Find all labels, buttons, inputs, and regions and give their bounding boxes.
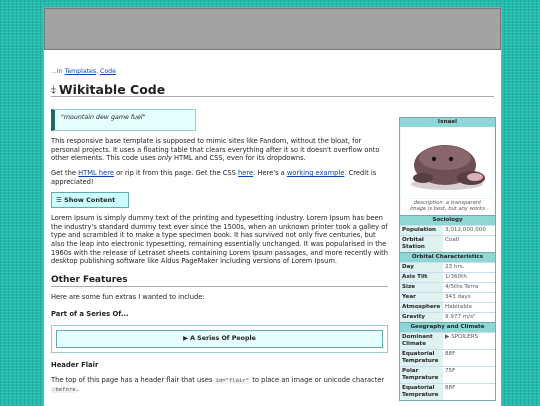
article-body: "mountain dew game fuel" This responsive…: [51, 109, 388, 395]
infobox-key: Axis Tilt: [400, 272, 443, 282]
header-flair-icon: ⤈: [51, 82, 56, 96]
infobox-row: Orbital Station Coatl: [400, 234, 495, 252]
infobox-key: Equatorial Temprature: [400, 383, 443, 400]
infobox-value: 75F: [443, 366, 495, 383]
other-features-intro: Here are some fun extras I wanted to inc…: [51, 293, 205, 302]
lorem-paragraph: Lorem Ipsum is simply dummy text of the …: [51, 214, 388, 266]
page-title-row: ⤈ Wikitable Code: [51, 81, 494, 98]
links-text-b: or rip it from this page. Get the CSS: [113, 168, 239, 177]
page-container: ...In Templates, Code ⤈ Wikitable Code "…: [43, 7, 502, 406]
series-toggle-button[interactable]: ▶ A Series Of People: [56, 329, 383, 349]
infobox-value: 88F: [443, 349, 495, 366]
infobox-row: Size 4/5ths Terra: [400, 281, 495, 292]
infobox-key: Atmosphere: [400, 302, 443, 312]
infobox-value: 88F: [443, 383, 495, 400]
infobox-row: Axis Tilt 1/360th: [400, 271, 495, 282]
infobox-row: Polar Temprature 75F: [400, 365, 495, 383]
css-link[interactable]: here: [238, 169, 253, 177]
infobox-row: Gravity 9.977 m/s²: [400, 311, 495, 322]
quote-box: "mountain dew game fuel": [51, 109, 196, 132]
infobox-row: Year 343 days: [400, 291, 495, 302]
infobox-value: 23 hrs.: [443, 262, 495, 272]
infobox-caption: description. a transparent image is best…: [401, 199, 494, 215]
breadcrumb-link-templates[interactable]: Templates: [65, 68, 96, 75]
links-paragraph: Get the HTML here or rip it from this pa…: [51, 169, 388, 186]
html-link[interactable]: HTML here: [78, 169, 114, 177]
infobox-key: Gravity: [400, 312, 443, 322]
infobox-image: [401, 128, 494, 198]
breadcrumb-prefix: ...In: [51, 68, 65, 75]
header-flair-heading: Header Flair: [51, 361, 99, 370]
intro-paragraph: This responsive base template is suppose…: [51, 137, 388, 163]
infobox-value: 343 days: [443, 292, 495, 302]
flair-text-c: .: [76, 385, 79, 394]
infobox-key: Year: [400, 292, 443, 302]
infobox-value: 1/360th: [443, 272, 495, 282]
infobox-row: Day 23 hrs.: [400, 261, 495, 272]
header-flair-paragraph: The top of this page has a header flair …: [51, 376, 388, 395]
flair-text-b: to place an image or unicode character: [250, 375, 385, 384]
page-title: Wikitable Code: [58, 81, 166, 97]
infobox-section-heading: Geography and Climate: [400, 321, 495, 332]
links-text-c: . Here's a: [253, 168, 287, 177]
site-header-bar: [44, 8, 501, 50]
breadcrumb: ...In Templates, Code: [51, 68, 494, 77]
infobox: Ixnael description. a transparent image …: [399, 117, 496, 401]
breadcrumb-link-code[interactable]: Code: [100, 68, 116, 75]
series-heading: Part of a Series Of...: [51, 309, 129, 318]
flair-code-before: :before: [51, 387, 77, 394]
other-features-heading: Other Features: [51, 275, 388, 288]
show-content-toggle[interactable]: ☰ Show Content: [51, 192, 129, 209]
infobox-key: Population: [400, 225, 443, 235]
infobox-row: Equatorial Temprature 88F: [400, 382, 495, 400]
infobox-key: Orbital Station: [400, 235, 443, 252]
infobox-row: Atmosphere Habitable: [400, 301, 495, 312]
menu-icon: ☰: [56, 196, 62, 205]
infobox-section-heading: Sociology: [400, 214, 495, 225]
flair-code-id: id="flair": [214, 377, 251, 384]
infobox-row: Equatorial Temprature 88F: [400, 348, 495, 366]
show-content-label: Show Content: [64, 196, 116, 205]
spoilers-toggle[interactable]: ▶ SPOILERS: [443, 332, 495, 349]
creature-image: [411, 145, 485, 190]
infobox-row: Population 3,012,000,000: [400, 224, 495, 235]
infobox-key: Dominant Climate: [400, 332, 443, 349]
infobox-section-heading: Orbital Characteristics: [400, 251, 495, 262]
infobox-value: Habitable: [443, 302, 495, 312]
links-text-a: Get the: [51, 168, 79, 177]
infobox-key: Size: [400, 282, 443, 292]
infobox-value: Coatl: [443, 235, 495, 252]
intro-emphasis: only: [157, 154, 172, 163]
infobox-value: 9.977 m/s²: [443, 312, 495, 322]
infobox-key: Day: [400, 262, 443, 272]
infobox-key: Polar Temprature: [400, 366, 443, 383]
infobox-row: Dominant Climate ▶ SPOILERS: [400, 331, 495, 349]
infobox-value: 4/5ths Terra: [443, 282, 495, 292]
intro-text-end: HTML and CSS, even for its dropdowns.: [171, 154, 306, 163]
infobox-key: Equatorial Temprature: [400, 349, 443, 366]
infobox-value: 3,012,000,000: [443, 225, 495, 235]
example-link[interactable]: working example: [287, 169, 344, 177]
flair-text-a: The top of this page has a header flair …: [51, 375, 215, 384]
infobox-title: Ixnael: [400, 118, 495, 127]
series-box: ▶ A Series Of People: [51, 324, 388, 354]
